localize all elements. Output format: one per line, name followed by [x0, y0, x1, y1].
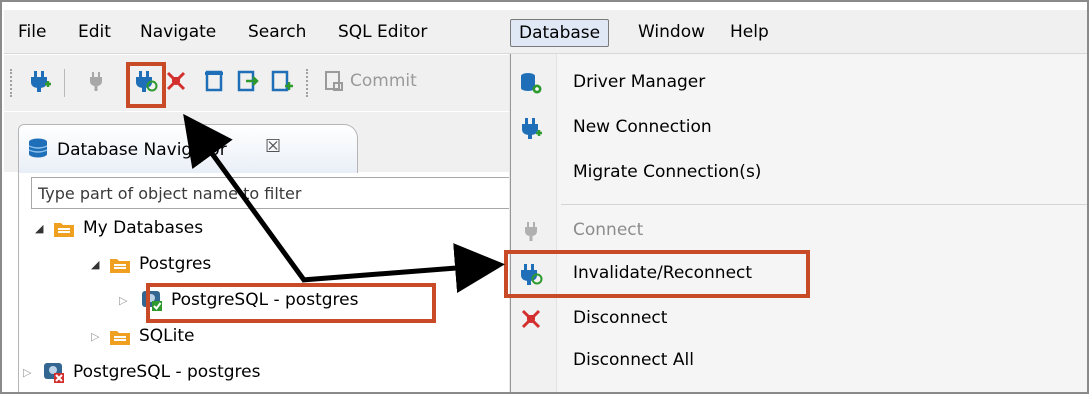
menu-database[interactable]: Database [510, 19, 610, 47]
transaction-mode-icon[interactable] [202, 69, 226, 93]
navigator-tab-label: Database Navigator [57, 140, 227, 160]
menu-bar: File Edit Navigate Search SQL Editor Dat… [4, 10, 1087, 54]
commit-icon[interactable] [322, 69, 346, 93]
folder-icon [110, 259, 130, 273]
menu-sql-editor[interactable]: SQL Editor [330, 19, 435, 47]
menu-item-migrate-connections[interactable]: Migrate Connection(s) [511, 154, 1087, 192]
menu-item-connect: Connect [511, 212, 1087, 250]
tab-database-navigator[interactable]: Database Navigator ☒ [18, 124, 358, 174]
toolbar-highlight-box [126, 62, 166, 108]
close-icon[interactable]: ☒ [265, 136, 281, 157]
folder-icon [54, 223, 74, 237]
tree-item-my-databases[interactable]: ◢ My Databases [31, 215, 431, 245]
menu-edit[interactable]: Edit [70, 19, 119, 47]
tree-highlight-box [146, 283, 436, 323]
menu-highlight-box [504, 250, 810, 298]
collapsed-twisty-icon[interactable]: ▷ [23, 367, 35, 379]
database-navigator-icon [28, 138, 48, 158]
new-sql-editor-icon[interactable] [270, 69, 294, 93]
menu-window[interactable]: Window [630, 19, 713, 47]
commit-button-label[interactable]: Commit [350, 71, 417, 91]
toolbar-grip[interactable] [10, 69, 12, 97]
navigator-filter-input[interactable] [31, 177, 521, 209]
new-connection-icon[interactable] [28, 69, 52, 93]
menu-item-label: Disconnect [573, 308, 668, 328]
menu-item-label: Disconnect All [573, 350, 694, 370]
menu-item-driver-manager[interactable]: Driver Manager [511, 64, 1087, 102]
menu-navigate[interactable]: Navigate [132, 19, 224, 47]
tree-item-sqlite-folder[interactable]: ▷ SQLite [31, 323, 431, 353]
navigator-tab-row: Database Navigator ☒ [4, 112, 509, 174]
menu-item-label: Migrate Connection(s) [573, 162, 762, 182]
connect-icon [525, 222, 537, 241]
new-connection-icon [522, 118, 542, 139]
tree-item-postgres-folder[interactable]: ◢ Postgres [31, 251, 431, 281]
menu-item-label: Connect [573, 220, 644, 240]
toolbar-grip[interactable] [306, 69, 308, 97]
connect-icon[interactable] [84, 69, 108, 93]
main-toolbar: Commit [4, 55, 509, 111]
tree-label: Postgres [139, 254, 212, 274]
menu-item-label: Driver Manager [573, 72, 706, 92]
toolbar-separator [64, 69, 65, 97]
expanded-twisty-icon[interactable]: ◢ [91, 259, 103, 271]
menu-separator [561, 204, 1087, 205]
tree-label: PostgreSQL - postgres [73, 362, 261, 382]
menu-item-new-connection[interactable]: New Connection [511, 109, 1087, 147]
folder-icon [110, 331, 130, 345]
menu-help[interactable]: Help [722, 19, 777, 47]
expanded-twisty-icon[interactable]: ◢ [35, 223, 47, 235]
tree-label: My Databases [83, 218, 204, 238]
database-menu-dropdown: Driver Manager New Connection Migrate Co… [510, 54, 1087, 392]
collapsed-twisty-icon[interactable]: ▷ [91, 331, 103, 343]
menu-item-disconnect[interactable]: Disconnect [511, 300, 1087, 338]
open-sql-editor-icon[interactable] [236, 69, 260, 93]
menu-item-label: New Connection [573, 117, 712, 137]
collapsed-twisty-icon[interactable]: ▷ [119, 295, 131, 307]
menu-search[interactable]: Search [240, 19, 314, 47]
menu-file[interactable]: File [10, 19, 54, 47]
disconnect-icon [521, 309, 541, 329]
app-window: File Edit Navigate Search SQL Editor Dat… [0, 0, 1089, 394]
postgresql-disconnected-icon [44, 363, 64, 383]
menu-item-disconnect-all[interactable]: Disconnect All [511, 342, 1087, 380]
tree-label: SQLite [139, 326, 195, 346]
driver-manager-icon [521, 73, 542, 94]
tree-item-postgresql-connection-2[interactable]: ▷ PostgreSQL - postgres [19, 359, 439, 389]
disconnect-icon[interactable] [164, 69, 188, 93]
